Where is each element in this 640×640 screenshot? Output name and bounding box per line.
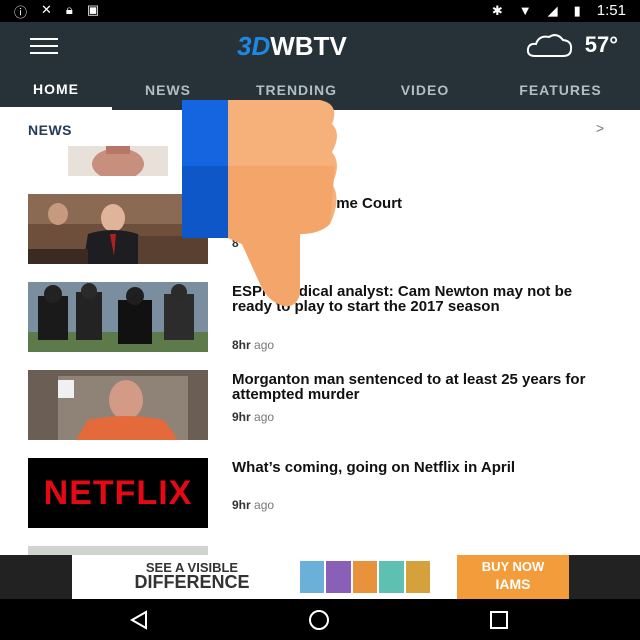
weather-widget[interactable]: 57° <box>525 30 618 60</box>
section-more-chevron[interactable]: > <box>596 120 604 136</box>
no-sim-icon: ✕ <box>41 2 52 17</box>
logo-badge: 3D <box>237 30 271 61</box>
tab-video[interactable]: VIDEO <box>369 70 481 110</box>
tab-home[interactable]: HOME <box>0 70 112 110</box>
article-time-unit: ago <box>254 338 275 352</box>
article-thumb-netflix: NETFLIX <box>28 458 208 528</box>
battery-charging-icon: ▮ <box>573 2 581 18</box>
lock-icon: 🔒︎ <box>65 2 73 17</box>
temperature: 57° <box>584 32 618 57</box>
article-thumb-hearing <box>28 194 208 264</box>
ad-creative[interactable]: SEE A VISIBLE DIFFERENCE BUY NOW IAMS <box>72 555 569 599</box>
tab-features[interactable]: FEATURES <box>481 70 640 110</box>
article-item[interactable]: NETFLIX What’s coming, going on Netflix … <box>28 458 613 530</box>
article-item[interactable]: Morganton man sentenced to at least 25 y… <box>28 370 613 442</box>
article-time: 8hr ago <box>232 338 274 352</box>
article-time-unit: ago <box>242 236 263 250</box>
article-time: 9hr ago <box>232 498 274 512</box>
ad-banner[interactable]: SEE A VISIBLE DIFFERENCE BUY NOW IAMS <box>0 555 640 599</box>
recents-icon[interactable] <box>488 609 510 631</box>
system-nav-bar <box>0 599 640 640</box>
article-item[interactable]: rejected Supreme Court 0 years ago 8 ago <box>28 194 613 266</box>
bluetooth-icon: ✱ <box>491 2 503 18</box>
article-time-value: 9hr <box>232 410 251 424</box>
ad-products-image <box>300 561 431 593</box>
robot-icon: ▣ <box>86 2 100 17</box>
info-icon: ⓘ <box>14 5 28 20</box>
ad-tagline: SEE A VISIBLE DIFFERENCE <box>92 561 292 592</box>
article-thumb-mugshot <box>28 370 208 440</box>
back-icon[interactable] <box>128 609 150 631</box>
partly-cloudy-icon <box>526 34 572 57</box>
article-thumb-football <box>28 282 208 352</box>
tab-news[interactable]: NEWS <box>112 70 224 110</box>
article-time: 8 ago <box>232 236 262 250</box>
home-icon[interactable] <box>308 609 330 631</box>
article-time-value: 8hr <box>232 338 251 352</box>
status-time: 1:51 <box>596 2 626 19</box>
article-time-unit: ago <box>254 498 275 512</box>
article-time-unit: ago <box>254 410 275 424</box>
menu-icon[interactable] <box>30 38 58 54</box>
article-item-partial[interactable] <box>28 546 613 555</box>
article-item[interactable]: ESPN medical analyst: Cam Newton may not… <box>28 282 613 354</box>
ad-brand: IAMS <box>495 576 531 592</box>
status-bar: ⓘ ✕ 🔒︎ ▣ ✱ ▼ ◢ ▮ 1:51 <box>0 0 640 22</box>
article-time-value: 8 <box>232 236 239 250</box>
article-headline: ESPN medical analyst: Cam Newton may not… <box>232 283 573 315</box>
news-feed: NEWS > rejected Supreme Court 0 years ag… <box>0 110 640 555</box>
article-thumb-partial <box>28 546 208 555</box>
app-bar: 3D WBTV 57° <box>0 22 640 70</box>
section-title: NEWS <box>28 122 72 138</box>
no-signal-icon: ◢ <box>547 2 558 18</box>
tab-bar: HOME NEWS TRENDING VIDEO FEATURES <box>0 70 640 110</box>
station-logo[interactable]: 3D WBTV <box>237 31 347 61</box>
partial-article-thumb[interactable] <box>68 146 168 176</box>
ad-line-2: DIFFERENCE <box>134 572 250 592</box>
article-headline: Morganton man sentenced to at least 25 y… <box>232 371 586 403</box>
logo-text: WBTV <box>270 30 347 61</box>
wifi-icon: ▼ <box>518 3 532 18</box>
article-time: 9hr ago <box>232 410 274 424</box>
netflix-logo-text: NETFLIX <box>43 473 193 512</box>
article-headline: rejected Supreme Court 0 years ago <box>232 195 403 227</box>
article-time-value: 9hr <box>232 498 251 512</box>
tab-trending[interactable]: TRENDING <box>224 70 369 110</box>
ad-cta-label: BUY NOW <box>481 559 545 574</box>
article-headline: What’s coming, going on Netflix in April <box>232 459 516 476</box>
ad-cta-button[interactable]: BUY NOW IAMS <box>457 555 569 599</box>
